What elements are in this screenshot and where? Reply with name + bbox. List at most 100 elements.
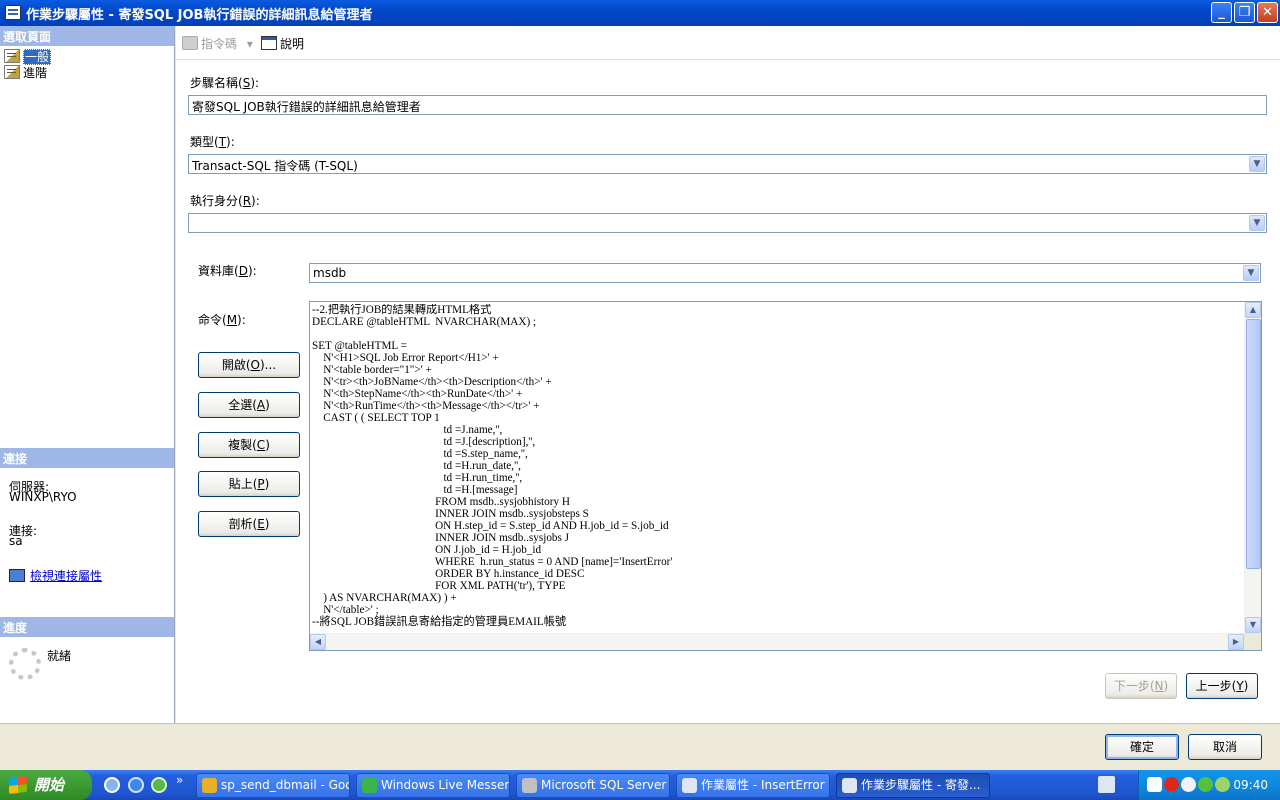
- code-line: N'<table border="1">' +: [312, 364, 432, 376]
- help-label: 說明: [280, 37, 305, 51]
- taskbar-item-messenger[interactable]: Windows Live Messen...: [356, 773, 510, 798]
- messenger-icon[interactable]: [151, 777, 167, 793]
- system-tray: 09:40: [1138, 770, 1280, 800]
- close-button[interactable]: ✕: [1257, 2, 1278, 23]
- title-bar[interactable]: 作業步驟屬性 - 寄發SQL JOB執行錯誤的詳細訊息給管理者 _ ❐ ✕: [0, 0, 1280, 26]
- code-line: DECLARE @tableHTML NVARCHAR(MAX) ;: [312, 316, 537, 328]
- script-icon: [182, 36, 198, 50]
- command-text[interactable]: --2.把執行JOB的結果轉成HTML格式 DECLARE @tableHTML …: [312, 304, 1242, 632]
- type-select[interactable]: Transact-SQL 指令碼 (T-SQL) ▼: [188, 154, 1267, 174]
- chevron-down-icon[interactable]: ▼: [1243, 265, 1259, 281]
- next-step-button[interactable]: 下一步(N): [1105, 673, 1177, 699]
- left-panel: 選取頁面 一般 進階 連接 伺服器: WINXP\RYO 連接: sa 檢視連接…: [0, 26, 175, 723]
- page-item-advanced[interactable]: 進階: [4, 64, 47, 80]
- tray-volume-icon[interactable]: [1181, 777, 1196, 792]
- help-button[interactable]: 說明: [261, 35, 304, 52]
- maximize-button[interactable]: ❐: [1234, 2, 1255, 23]
- code-line: FROM msdb..sysjobhistory H: [312, 496, 570, 508]
- code-line: ON J.job_id = H.job_id: [312, 544, 542, 556]
- taskbar-item-job-step-properties[interactable]: 作業步驟屬性 - 寄發...: [836, 773, 990, 798]
- main-pane: 步驟名稱(S): 寄發SQL JOB執行錯誤的詳細訊息給管理者 類型(T): T…: [176, 60, 1280, 723]
- database-select-value: msdb: [313, 266, 347, 280]
- scroll-up-icon[interactable]: ▲: [1245, 302, 1261, 318]
- select-all-button[interactable]: 全選(A): [198, 392, 300, 418]
- progress-header: 進度: [0, 617, 174, 637]
- dialog-icon: [842, 778, 857, 793]
- chevron-down-icon[interactable]: ▼: [1249, 156, 1265, 172]
- step-name-label: 步驟名稱(S):: [190, 76, 260, 90]
- type-label: 類型(T):: [190, 135, 235, 149]
- ok-button[interactable]: 確定: [1105, 734, 1179, 760]
- ie-icon[interactable]: [128, 777, 144, 793]
- tray-messenger-icon[interactable]: [1198, 777, 1213, 792]
- help-icon: [261, 36, 277, 50]
- sql-server-icon: [522, 778, 537, 793]
- show-desktop-icon[interactable]: [104, 777, 120, 793]
- taskbar-item-sql-server[interactable]: Microsoft SQL Server ...: [516, 773, 670, 798]
- quicklaunch-chevron-icon[interactable]: »: [176, 773, 183, 787]
- code-line: N'<th>StepName</th><th>RunDate</th>' +: [312, 388, 523, 400]
- connection-value: sa: [9, 534, 23, 548]
- chevron-down-icon[interactable]: ▼: [1249, 215, 1265, 231]
- tray-network-icon[interactable]: [1147, 777, 1162, 792]
- chevron-down-icon: ▾: [246, 37, 253, 51]
- code-line: --將SQL JOB錯誤訊息寄給指定的管理員EMAIL帳號: [312, 616, 567, 628]
- dialog-icon: [682, 778, 697, 793]
- script-button[interactable]: 指令碼 ▾: [182, 35, 253, 52]
- chrome-icon: [202, 778, 217, 793]
- code-line: INNER JOIN msdb..sysjobs J: [312, 532, 570, 544]
- view-connection-properties-link[interactable]: 檢視連接屬性: [9, 567, 102, 584]
- tray-security-icon[interactable]: [1164, 777, 1179, 792]
- parse-button[interactable]: 剖析(E): [198, 511, 300, 537]
- code-line: td =H.run_time,'',: [312, 472, 523, 484]
- window-title: 作業步驟屬性 - 寄發SQL JOB執行錯誤的詳細訊息給管理者: [26, 8, 373, 23]
- start-label: 開始: [34, 776, 65, 794]
- start-button[interactable]: 開始: [0, 770, 92, 800]
- paste-button[interactable]: 貼上(P): [198, 471, 300, 497]
- database-label: 資料庫(D):: [198, 264, 257, 278]
- progress-spinner-icon: [9, 648, 41, 680]
- code-line: CAST ( ( SELECT TOP 1: [312, 412, 440, 424]
- dialog-button-bar: 確定 取消: [0, 723, 1280, 770]
- cancel-button[interactable]: 取消: [1188, 734, 1262, 760]
- code-line: ORDER BY h.instance_id DESC: [312, 568, 585, 580]
- page-item-label: 一般: [23, 49, 52, 65]
- windows-logo-icon: [9, 776, 27, 794]
- horizontal-scrollbar[interactable]: ◀ ▶: [310, 633, 1244, 650]
- link-label: 檢視連接屬性: [30, 569, 103, 583]
- code-line: SET @tableHTML =: [312, 340, 407, 352]
- script-label: 指令碼: [201, 37, 238, 51]
- code-line: td =J.name,'',: [312, 424, 503, 436]
- command-editor[interactable]: --2.把執行JOB的結果轉成HTML格式 DECLARE @tableHTML …: [309, 301, 1262, 651]
- page-item-general[interactable]: 一般: [4, 48, 52, 65]
- taskbar-item-chrome[interactable]: sp_send_dbmail - Goo...: [196, 773, 350, 798]
- database-select[interactable]: msdb ▼: [309, 263, 1261, 283]
- tray-user-icon[interactable]: [1215, 777, 1230, 792]
- taskbar-item-job-properties[interactable]: 作業屬性 - InsertError: [676, 773, 830, 798]
- minimize-button[interactable]: _: [1211, 2, 1232, 23]
- open-button[interactable]: 開啟(O)...: [198, 352, 300, 378]
- scroll-down-icon[interactable]: ▼: [1245, 617, 1261, 633]
- type-select-value: Transact-SQL 指令碼 (T-SQL): [192, 159, 358, 173]
- scroll-right-icon[interactable]: ▶: [1228, 634, 1244, 650]
- scroll-thumb[interactable]: [1246, 319, 1261, 569]
- code-line: td =H.[message]: [312, 484, 518, 496]
- toolbar: 指令碼 ▾ 說明: [176, 26, 1280, 60]
- code-line: td =S.step_name,'',: [312, 448, 528, 460]
- previous-step-button[interactable]: 上一步(Y): [1186, 673, 1258, 699]
- language-bar-icon[interactable]: [1098, 776, 1115, 793]
- code-line: INNER JOIN msdb..sysjobsteps S: [312, 508, 589, 520]
- run-as-select[interactable]: ▼: [188, 213, 1267, 233]
- scroll-left-icon[interactable]: ◀: [310, 634, 326, 650]
- window-app-icon: [5, 5, 21, 20]
- progress-status: 就緒: [47, 649, 72, 663]
- page-icon: [4, 65, 20, 79]
- step-name-input[interactable]: 寄發SQL JOB執行錯誤的詳細訊息給管理者: [188, 95, 1267, 115]
- connection-header: 連接: [0, 448, 174, 468]
- code-line: N'</table>' ;: [312, 604, 379, 616]
- code-line: N'<th>RunTime</th><th>Message</th></tr>'…: [312, 400, 540, 412]
- copy-button[interactable]: 複製(C): [198, 432, 300, 458]
- code-line: td =H.run_date,'',: [312, 460, 521, 472]
- vertical-scrollbar[interactable]: ▲ ▼: [1244, 302, 1261, 633]
- code-line: N'<H1>SQL Job Error Report</H1>' +: [312, 352, 499, 364]
